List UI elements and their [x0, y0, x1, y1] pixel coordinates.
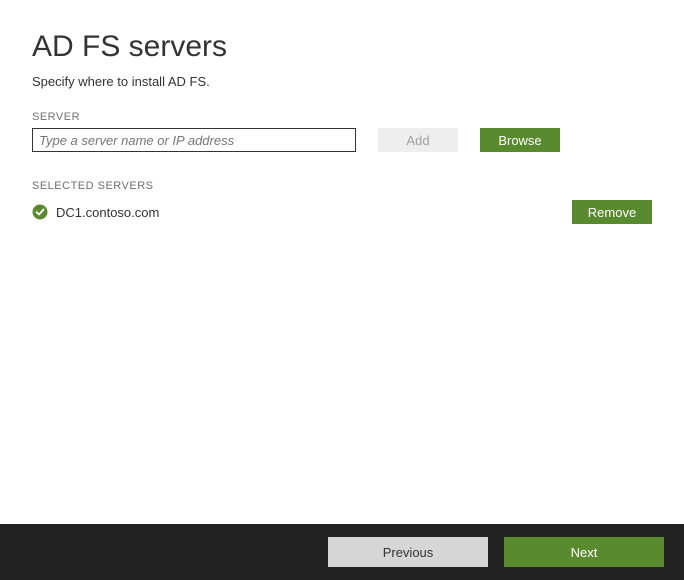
page-subtitle: Specify where to install AD FS.	[32, 74, 652, 89]
selected-server-name: DC1.contoso.com	[56, 205, 159, 220]
browse-button[interactable]: Browse	[480, 128, 560, 152]
server-input[interactable]	[32, 128, 356, 152]
server-input-row: Add Browse	[32, 128, 652, 152]
page-title: AD FS servers	[32, 30, 652, 64]
selected-server-entry: DC1.contoso.com	[32, 204, 159, 220]
list-item: DC1.contoso.com Remove	[32, 200, 652, 224]
previous-button[interactable]: Previous	[328, 537, 488, 567]
selected-servers-label: SELECTED SERVERS	[32, 180, 652, 192]
next-button[interactable]: Next	[504, 537, 664, 567]
wizard-footer: Previous Next	[0, 524, 684, 580]
add-button[interactable]: Add	[378, 128, 458, 152]
remove-button[interactable]: Remove	[572, 200, 652, 224]
check-circle-icon	[32, 204, 48, 220]
server-field-label: SERVER	[32, 111, 652, 123]
